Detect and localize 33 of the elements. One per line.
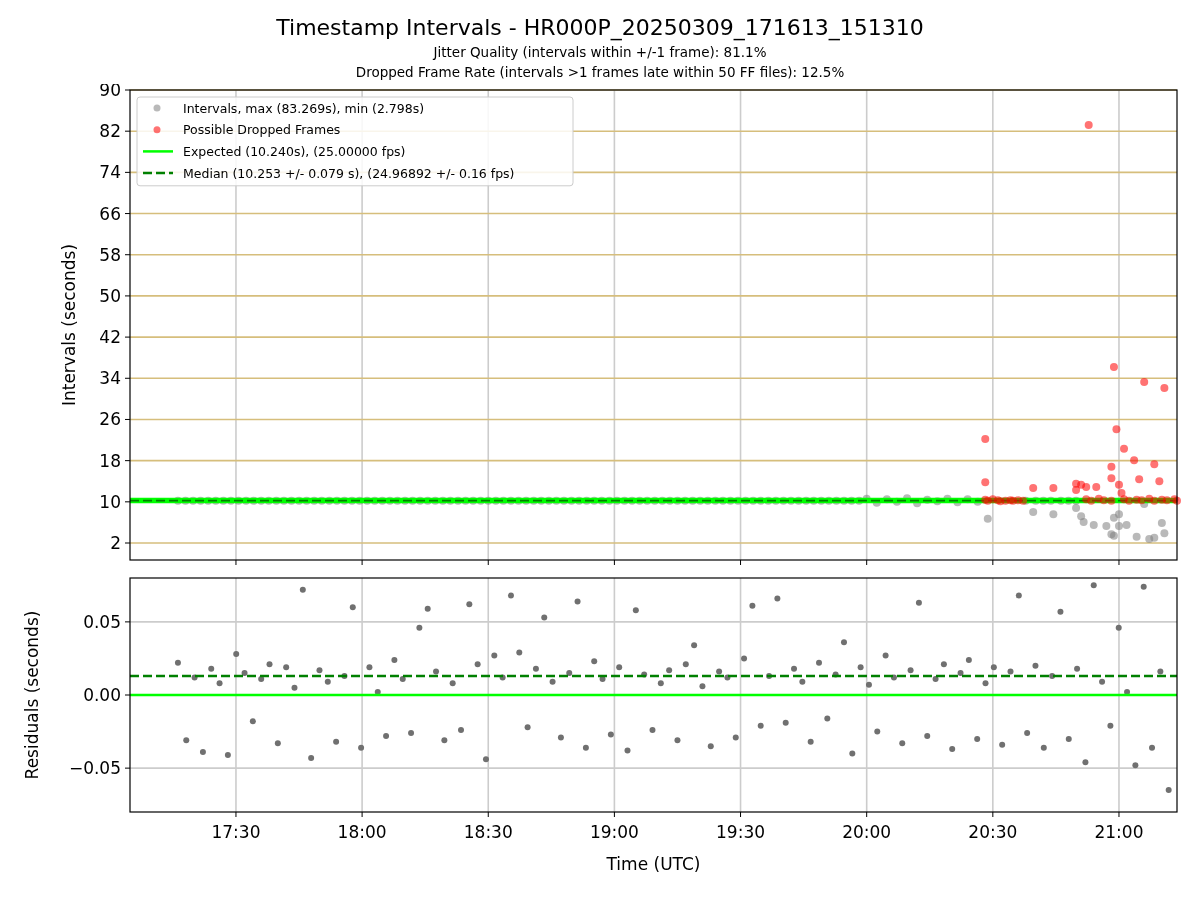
axis-tick-label: 17:30 [211, 822, 261, 842]
legend-label: Possible Dropped Frames [183, 122, 341, 138]
axis-label: Residuals (seconds) [22, 610, 42, 780]
axis-tick-label: 26 [99, 409, 121, 430]
axis-tick-label: 50 [99, 285, 121, 306]
axis-tick-label: 21:00 [1094, 822, 1144, 842]
axis-tick-label: 34 [99, 368, 121, 389]
axis-tick-label: 19:30 [716, 822, 766, 842]
axis-tick-label: 20:30 [968, 822, 1018, 842]
axis-tick-label: 82 [99, 121, 121, 142]
figure-title: Timestamp Intervals - HR000P_20250309_171613_151310 [276, 14, 924, 42]
axis-tick-label: 20:00 [842, 822, 892, 842]
axis-tick-label: 90 [99, 84, 121, 100]
axis-label: Intervals (seconds) [59, 243, 79, 407]
axis-tick-label: 2 [110, 533, 121, 553]
axis-tick-label: 58 [99, 244, 121, 265]
axis-tick-label: 19:00 [589, 822, 639, 842]
figure-subtitle: Jitter Quality (intervals within +/-1 frame): 81.1% [433, 43, 767, 62]
axis-tick-label: 18:00 [337, 822, 387, 842]
axis-tick-label: −0.05 [68, 758, 121, 779]
axis-tick-label: 66 [99, 203, 121, 224]
axis-label: Time (UTC) [606, 854, 701, 874]
axis-tick-label: 74 [99, 162, 121, 183]
legend-label: Intervals, max (83.269s), min (2.798s) [183, 100, 425, 116]
figure-subtitle: Dropped Frame Rate (intervals >1 frames late within 50 FF files): 12.5% [355, 63, 845, 82]
legend-label: Median (10.253 +/- 0.079 s), (24.96892 +/- 0.16 fps) [183, 165, 515, 181]
axis-tick-label: 18:30 [463, 822, 513, 842]
axis-tick-label: 0.00 [83, 685, 121, 705]
axis-tick-label: 0.05 [83, 611, 121, 632]
axis-tick-label: 10 [99, 491, 121, 512]
legend-label: Expected (10.240s), (25.00000 fps) [183, 143, 406, 159]
axis-tick-label: 42 [99, 327, 121, 348]
axis-tick-label: 18 [99, 450, 121, 471]
